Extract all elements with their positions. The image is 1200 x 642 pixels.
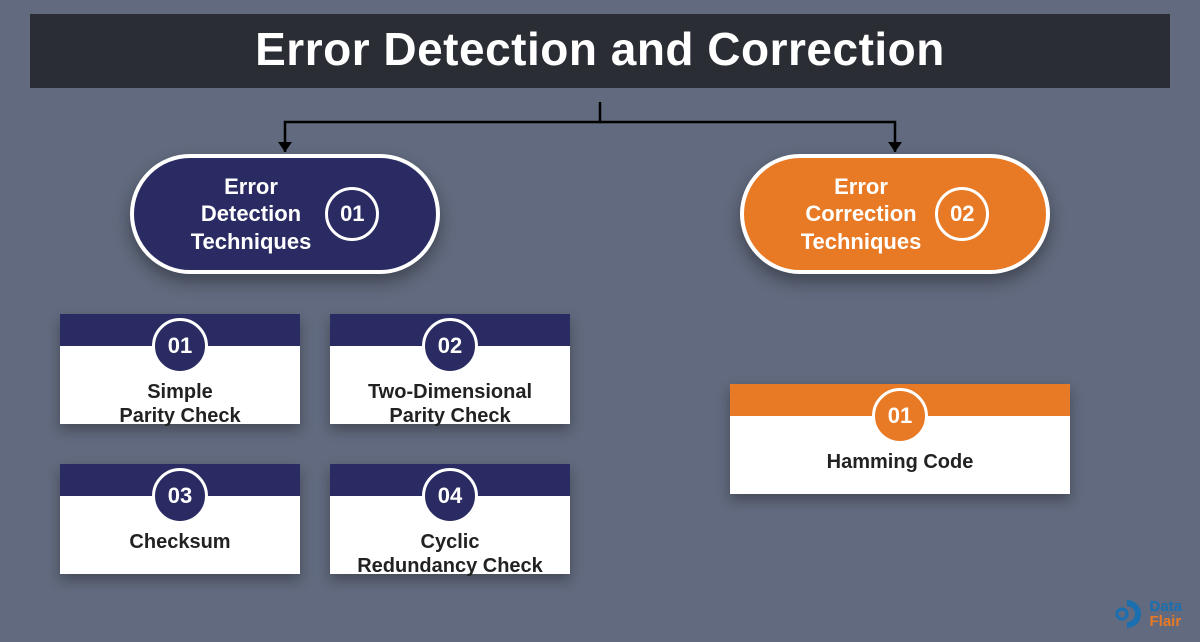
detection-card: 02 Two-DimensionalParity Check xyxy=(330,314,570,424)
card-num: 01 xyxy=(152,318,208,374)
detection-card: 04 CyclicRedundancy Check xyxy=(330,464,570,574)
card-num: 02 xyxy=(422,318,478,374)
card-num: 03 xyxy=(152,468,208,524)
title-bar: Error Detection and Correction xyxy=(30,14,1170,88)
card-num: 01 xyxy=(872,388,928,444)
page-title: Error Detection and Correction xyxy=(30,22,1170,76)
branch-correction: ErrorCorrectionTechniques 02 xyxy=(740,154,1050,274)
card-header: 03 xyxy=(60,464,300,496)
detection-card: 01 SimpleParity Check xyxy=(60,314,300,424)
correction-card: 01 Hamming Code xyxy=(730,384,1070,494)
branch-detection-label: ErrorDetectionTechniques xyxy=(191,173,312,256)
logo-icon xyxy=(1111,598,1143,630)
card-header: 01 xyxy=(730,384,1070,416)
branch-detection: ErrorDetectionTechniques 01 xyxy=(130,154,440,274)
card-header: 01 xyxy=(60,314,300,346)
card-header: 04 xyxy=(330,464,570,496)
connector-lines xyxy=(0,102,1200,162)
branch-correction-label: ErrorCorrectionTechniques xyxy=(801,173,922,256)
detection-card: 03 Checksum xyxy=(60,464,300,574)
card-num: 04 xyxy=(422,468,478,524)
brand-logo: Data Flair xyxy=(1111,598,1182,630)
branch-correction-num: 02 xyxy=(935,187,989,241)
logo-text: Data Flair xyxy=(1149,599,1182,629)
card-header: 02 xyxy=(330,314,570,346)
branch-detection-num: 01 xyxy=(325,187,379,241)
